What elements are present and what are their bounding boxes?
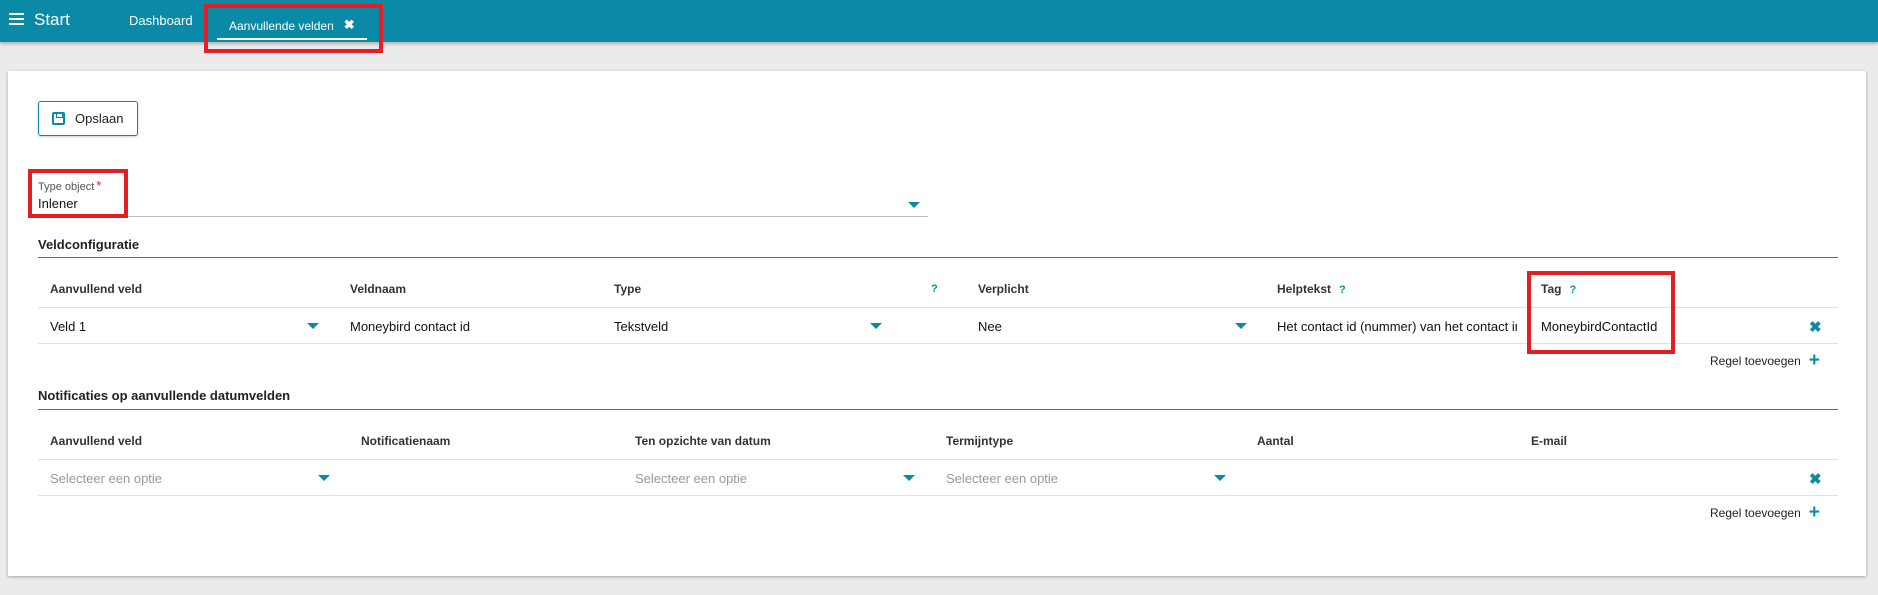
top-navigation-bar: Start Dashboard Aanvullende velden ✖ xyxy=(0,0,1878,42)
section-divider xyxy=(38,409,1838,410)
type-select[interactable]: Tekstveld xyxy=(614,319,668,334)
col-ten-opzichte-van-datum: Ten opzichte van datum xyxy=(635,434,771,448)
col-veldnaam: Veldnaam xyxy=(350,282,407,296)
helptekst-help-icon[interactable]: ? xyxy=(1339,284,1346,296)
col-aantal: Aantal xyxy=(1257,434,1294,448)
chevron-down-icon[interactable] xyxy=(1235,323,1247,329)
aanvullend-veld-select[interactable]: Selecteer een optie xyxy=(50,471,162,486)
notificaties-title: Notificaties op aanvullende datumvelden xyxy=(38,388,291,403)
chevron-down-icon[interactable] xyxy=(903,475,915,481)
delete-row-icon[interactable]: ✖ xyxy=(1809,470,1822,488)
chevron-down-icon[interactable] xyxy=(870,323,882,329)
aanvullend-veld-select[interactable]: Veld 1 xyxy=(50,319,86,334)
save-button[interactable]: Opslaan xyxy=(38,101,138,136)
col-notificatienaam: Notificatienaam xyxy=(361,434,451,448)
chevron-down-icon[interactable] xyxy=(908,202,920,208)
hamburger-icon[interactable] xyxy=(9,13,24,26)
tab-aanvullende-velden[interactable]: Aanvullende velden ✖ xyxy=(217,10,367,40)
type-object-select[interactable] xyxy=(38,216,928,217)
row-divider xyxy=(38,343,1838,344)
type-help-icon[interactable]: ? xyxy=(931,283,938,295)
close-icon[interactable]: ✖ xyxy=(344,18,355,31)
tag-help-icon[interactable]: ? xyxy=(1569,284,1576,296)
col-aanvullend-veld: Aanvullend veld xyxy=(50,282,143,296)
verplicht-select[interactable]: Nee xyxy=(978,319,1002,334)
chevron-down-icon[interactable] xyxy=(1214,475,1226,481)
helptekst-input[interactable]: Het contact id (nummer) van het contact … xyxy=(1277,319,1517,334)
section-divider xyxy=(38,257,1838,258)
add-row-button[interactable]: Regel toevoegen + xyxy=(1710,502,1820,523)
tab-label: Aanvullende velden xyxy=(229,19,334,33)
col-aanvullend-veld: Aanvullend veld xyxy=(50,434,143,448)
row-divider xyxy=(38,495,1838,496)
header-divider xyxy=(38,459,1838,460)
tag-input[interactable]: MoneybirdContactId xyxy=(1541,319,1657,334)
termijntype-select[interactable]: Selecteer een optie xyxy=(946,471,1058,486)
col-email: E-mail xyxy=(1531,434,1568,448)
col-termijntype: Termijntype xyxy=(946,434,1014,448)
delete-row-icon[interactable]: ✖ xyxy=(1809,318,1822,336)
content-panel: Opslaan Type object * Inlener Veldconfigu… xyxy=(8,71,1866,576)
col-verplicht: Verplicht xyxy=(978,282,1029,296)
col-helptekst: Helptekst? xyxy=(1277,282,1346,296)
type-object-value: Inlener xyxy=(38,196,78,211)
required-mark: * xyxy=(96,178,102,193)
col-type: Type xyxy=(614,282,642,296)
header-divider xyxy=(38,307,1838,308)
chevron-down-icon[interactable] xyxy=(307,323,319,329)
floppy-disk-icon xyxy=(52,112,65,125)
start-link[interactable]: Start xyxy=(34,10,70,30)
plus-icon: + xyxy=(1808,502,1820,523)
type-object-label: Type object * xyxy=(38,178,102,193)
ten-opzichte-select[interactable]: Selecteer een optie xyxy=(635,471,747,486)
save-button-label: Opslaan xyxy=(75,111,124,126)
add-row-button[interactable]: Regel toevoegen + xyxy=(1710,350,1820,371)
veldnaam-input[interactable]: Moneybird contact id xyxy=(350,319,470,334)
col-tag: Tag? xyxy=(1541,282,1577,296)
chevron-down-icon[interactable] xyxy=(318,475,330,481)
tab-dashboard[interactable]: Dashboard xyxy=(129,13,193,28)
veldconfiguratie-title: Veldconfiguratie xyxy=(38,237,140,252)
plus-icon: + xyxy=(1808,350,1820,371)
